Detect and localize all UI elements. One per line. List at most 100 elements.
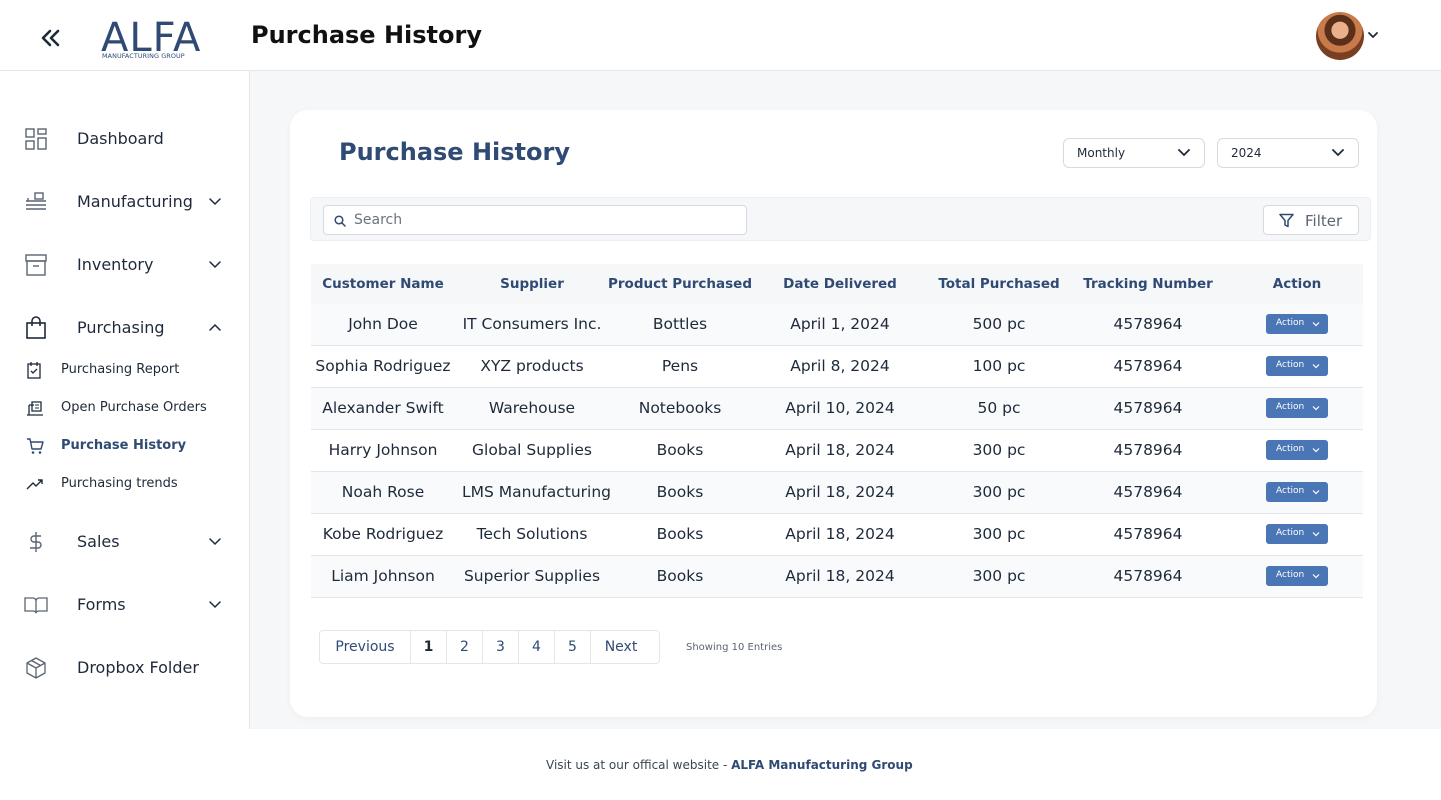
purchase-history-card: Purchase History Monthly 2024 Filter (290, 110, 1377, 717)
chevron-down-icon (1312, 448, 1320, 453)
book-icon (24, 597, 48, 614)
date-delivered-cell: April 8, 2024 (790, 357, 890, 375)
page-button-2[interactable]: 2 (447, 631, 483, 663)
date-delivered-cell: April 18, 2024 (785, 567, 895, 585)
action-label: Action (1276, 318, 1305, 328)
table-row[interactable]: John Doe IT Consumers Inc. Bottles April 1,… (311, 304, 1363, 346)
action-button[interactable]: Action (1266, 524, 1328, 544)
search-input[interactable] (354, 210, 734, 230)
table-row[interactable]: Alexander Swift Warehouse Notebooks April 1… (311, 388, 1363, 430)
column-header[interactable]: Action (1227, 276, 1367, 292)
search-field[interactable] (323, 205, 747, 235)
entries-count: Showing 10 Entries (686, 642, 783, 653)
sidebar-item-label: Forms (77, 595, 126, 614)
chevron-down-icon[interactable] (1366, 28, 1380, 42)
total-purchased-cell: 300 pc (972, 567, 1026, 585)
product-cell: Bottles (652, 315, 708, 333)
table-row[interactable]: Noah Rose LMS Manufacturing Books April 18,… (311, 472, 1363, 514)
page-button-1[interactable]: 1 (411, 631, 447, 663)
total-purchased-cell: 300 pc (972, 483, 1026, 501)
sidebar-item-dashboard[interactable]: Dashboard (0, 119, 249, 159)
date-delivered-cell: April 10, 2024 (785, 399, 895, 417)
product-cell: Books (656, 567, 704, 585)
sidebar-subitem-purchasing-trends[interactable]: Purchasing trends (0, 469, 249, 499)
column-header[interactable]: Customer Name (313, 276, 453, 292)
period-select[interactable]: Monthly (1063, 138, 1205, 168)
logo-subtext: MANUFACTURING GROUP (102, 52, 185, 60)
chevron-down-icon (209, 198, 221, 206)
action-button[interactable]: Action (1266, 482, 1328, 502)
sidebar-subitem-purchase-history[interactable]: Purchase History (0, 431, 249, 461)
action-button[interactable]: Action (1266, 314, 1328, 334)
sidebar-item-sales[interactable]: Sales (0, 522, 249, 562)
action-label: Action (1276, 570, 1305, 580)
customer-name-cell: John Doe (348, 315, 418, 333)
date-delivered-cell: April 18, 2024 (785, 441, 895, 459)
chevron-down-icon (1312, 574, 1320, 579)
card-title: Purchase History (339, 138, 570, 166)
year-select-value: 2024 (1231, 146, 1262, 160)
sidebar-item-dropbox-folder[interactable]: Dropbox Folder (0, 648, 249, 688)
action-button[interactable]: Action (1266, 566, 1328, 586)
column-header[interactable]: Tracking Number (1078, 276, 1218, 292)
product-cell: Books (656, 525, 704, 543)
double-chevron-left-icon[interactable] (36, 24, 64, 52)
footer-prefix: Visit us at our offical website - (546, 758, 732, 772)
supplier-cell: XYZ products (480, 357, 584, 375)
orders-icon (27, 401, 43, 416)
action-button[interactable]: Action (1266, 398, 1328, 418)
pagination: Previous 1 2 3 4 5 Next (319, 630, 660, 664)
footer: Visit us at our offical website - ALFA M… (0, 729, 1441, 800)
report-icon (27, 362, 41, 379)
date-delivered-cell: April 18, 2024 (785, 525, 895, 543)
column-header[interactable]: Supplier (462, 276, 602, 292)
avatar[interactable] (1316, 12, 1364, 60)
table-header: Customer Name Supplier Product Purchased… (311, 264, 1363, 304)
total-purchased-cell: 50 pc (977, 399, 1021, 417)
sidebar-item-label: Dashboard (77, 129, 164, 148)
chevron-down-icon (209, 261, 221, 269)
supplier-cell: Tech Solutions (476, 525, 588, 543)
page-button-5[interactable]: 5 (555, 631, 591, 663)
footer-link[interactable]: ALFA Manufacturing Group (731, 758, 913, 772)
table-row[interactable]: Harry Johnson Global Supplies Books April 1… (311, 430, 1363, 472)
filter-icon (1279, 213, 1294, 228)
page-title: Purchase History (251, 21, 482, 49)
sidebar-item-purchasing[interactable]: Purchasing (0, 308, 249, 348)
year-select[interactable]: 2024 (1217, 138, 1359, 168)
sidebar-item-label: Sales (77, 532, 120, 551)
supplier-cell: IT Consumers Inc. (462, 315, 602, 333)
sidebar-item-manufacturing[interactable]: Manufacturing (0, 182, 249, 222)
page-button-3[interactable]: 3 (483, 631, 519, 663)
table-row[interactable]: Kobe Rodriguez Tech Solutions Books April 1… (311, 514, 1363, 556)
column-header[interactable]: Total Purchased (929, 276, 1069, 292)
sidebar-subitem-open-purchase-orders[interactable]: Open Purchase Orders (0, 393, 249, 423)
table-row[interactable]: Liam Johnson Superior Supplies Books April … (311, 556, 1363, 598)
alfa-logo[interactable]: ALFA MANUFACTURING GROUP (101, 16, 203, 62)
column-header[interactable]: Date Delivered (770, 276, 910, 292)
previous-page-button[interactable]: Previous (320, 631, 411, 663)
action-button[interactable]: Action (1266, 356, 1328, 376)
sidebar: Dashboard Manufacturing Inventory Purcha… (0, 71, 250, 729)
page-button-4[interactable]: 4 (519, 631, 555, 663)
chevron-up-icon (209, 323, 221, 331)
sidebar-item-forms[interactable]: Forms (0, 585, 249, 625)
cart-icon (27, 438, 44, 454)
action-label: Action (1276, 444, 1305, 454)
inventory-icon (25, 254, 47, 276)
chevron-down-icon (1312, 406, 1320, 411)
next-page-button[interactable]: Next (591, 631, 651, 663)
sidebar-subitem-purchasing-report[interactable]: Purchasing Report (0, 355, 249, 385)
action-button[interactable]: Action (1266, 440, 1328, 460)
table-row[interactable]: Sophia Rodriguez XYZ products Pens April 8,… (311, 346, 1363, 388)
filter-button[interactable]: Filter (1263, 205, 1359, 235)
period-select-value: Monthly (1077, 146, 1126, 160)
total-purchased-cell: 300 pc (972, 441, 1026, 459)
tracking-number-cell: 4578964 (1113, 441, 1183, 459)
total-purchased-cell: 100 pc (972, 357, 1026, 375)
tracking-number-cell: 4578964 (1113, 357, 1183, 375)
sidebar-subitem-label: Purchasing trends (61, 476, 178, 491)
sidebar-item-inventory[interactable]: Inventory (0, 245, 249, 285)
column-header[interactable]: Product Purchased (607, 276, 753, 292)
product-cell: Books (656, 483, 704, 501)
